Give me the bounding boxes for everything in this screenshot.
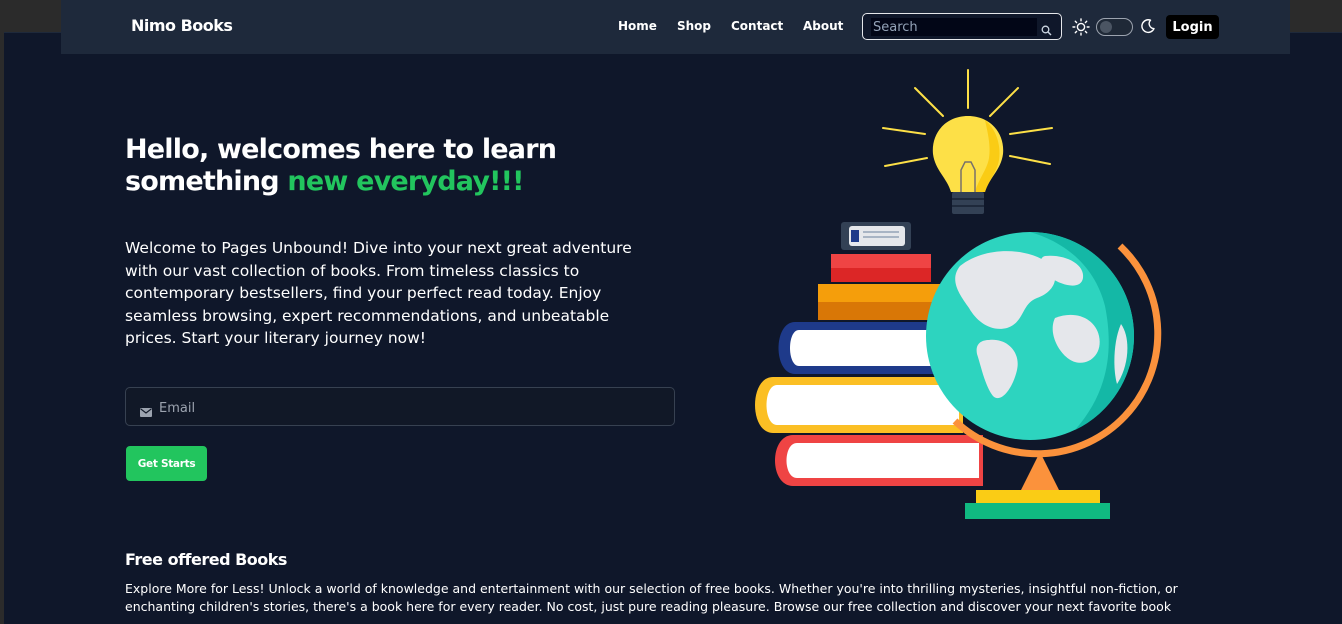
sun-icon[interactable]	[1072, 18, 1090, 40]
get-started-button[interactable]: Get Starts	[126, 446, 207, 481]
mail-icon	[140, 402, 152, 421]
theme-toggle[interactable]	[1096, 18, 1133, 36]
toggle-knob	[1100, 21, 1112, 33]
hero-title-line2: something	[125, 166, 288, 197]
hero-title: Hello, welcomes here to learn something …	[125, 134, 645, 198]
search-box	[862, 13, 1062, 40]
nav-link-home[interactable]: Home	[618, 19, 657, 33]
nav-link-contact[interactable]: Contact	[731, 19, 783, 33]
nav-link-shop[interactable]: Shop	[677, 19, 711, 33]
hero-title-accent: new everyday!!!	[287, 166, 524, 197]
free-books-description: Explore More for Less! Unlock a world of…	[125, 581, 1178, 614]
lightbulb-icon	[882, 69, 1053, 214]
nav-link-about[interactable]: About	[803, 19, 843, 33]
email-field	[125, 387, 675, 426]
brand-logo[interactable]: Nimo Books	[131, 16, 233, 35]
hero-title-line1: Hello, welcomes here to learn	[125, 134, 557, 165]
search-icon[interactable]	[1041, 21, 1052, 40]
login-button[interactable]: Login	[1166, 15, 1219, 39]
free-books-title: Free offered Books	[125, 550, 287, 569]
hero-description: Welcome to Pages Unbound! Dive into your…	[125, 239, 632, 347]
hero-illustration	[745, 66, 1165, 530]
search-input[interactable]	[871, 18, 1037, 36]
moon-icon[interactable]	[1140, 18, 1156, 38]
email-input[interactable]	[157, 397, 661, 419]
